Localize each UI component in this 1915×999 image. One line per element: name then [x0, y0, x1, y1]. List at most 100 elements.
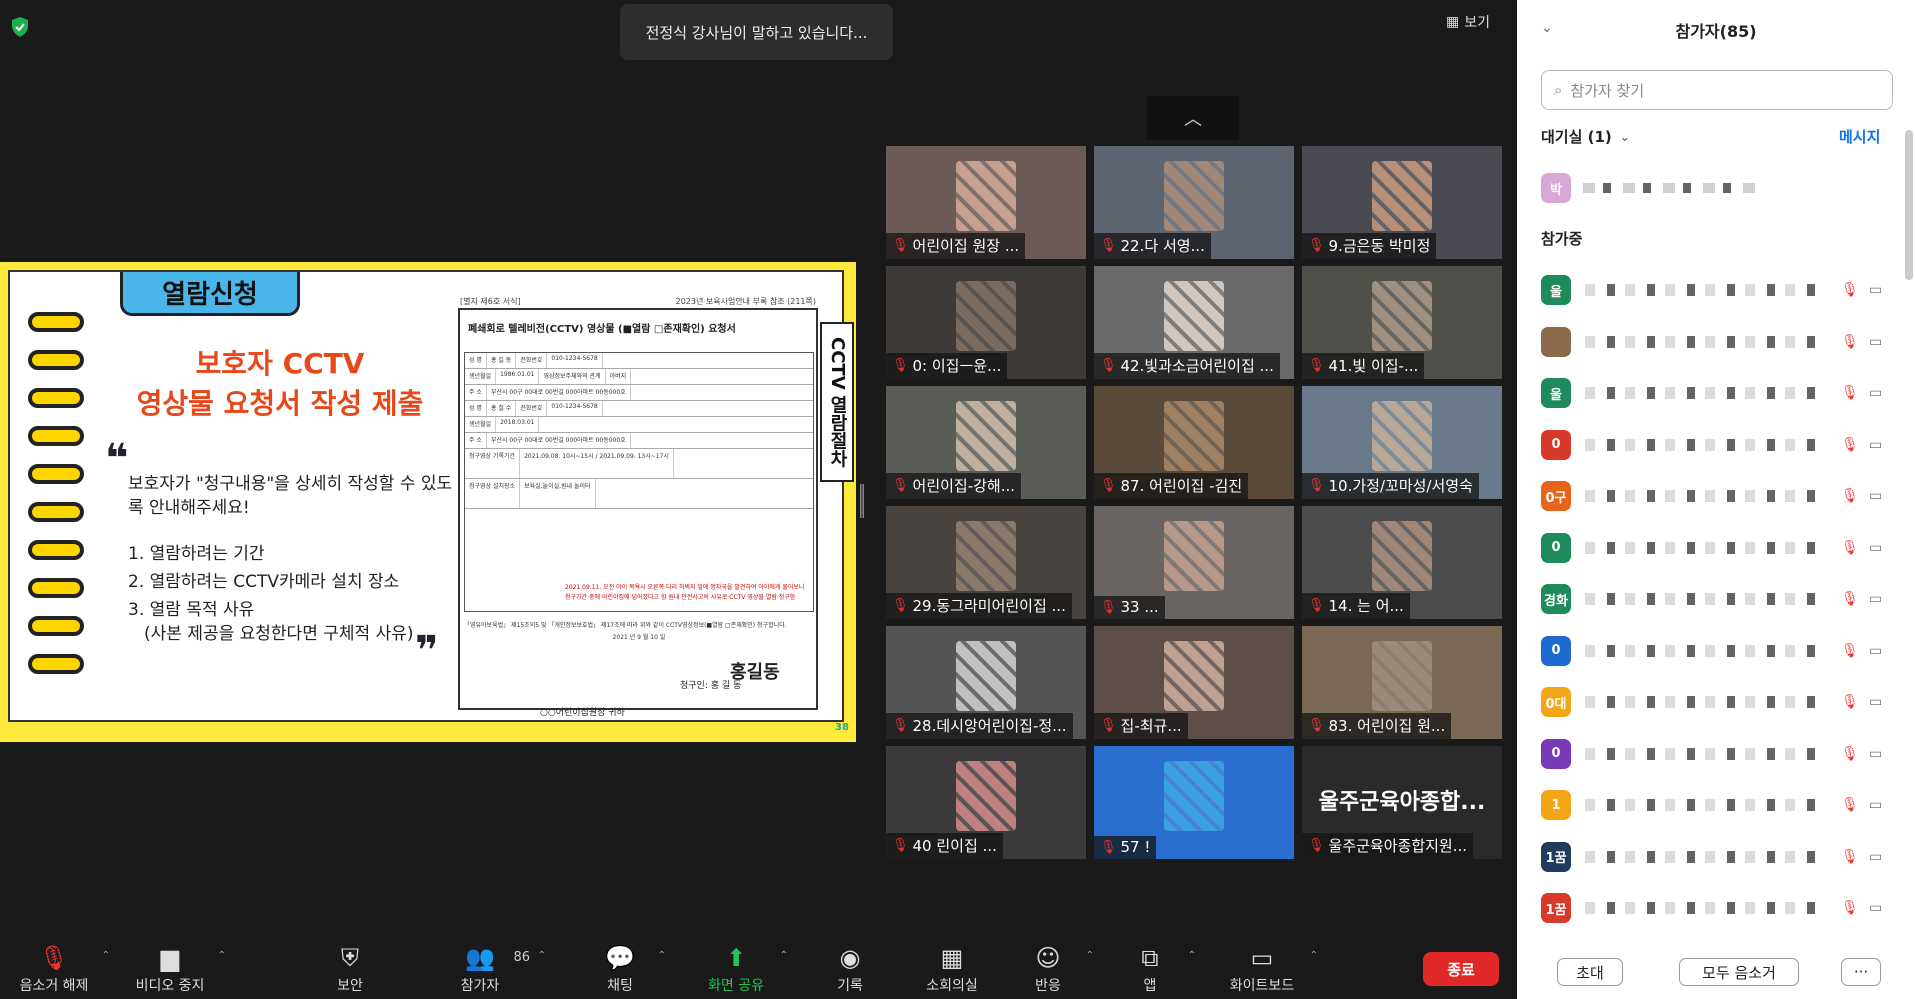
video-camera-icon: ▭ [1869, 797, 1883, 813]
participants-button[interactable]: 👥 참가자 86 ⌃ [450, 940, 546, 999]
participant-row[interactable]: 울 🎙 ▭ [1541, 272, 1891, 308]
caret-up-icon[interactable]: ⌃ [218, 950, 226, 961]
waiting-participant-row[interactable]: 박 [1541, 170, 1763, 206]
video-tile[interactable]: 🎙 어린이집 원장 ... [886, 146, 1086, 259]
chat-button[interactable]: 💬 채팅 ⌃ [590, 940, 666, 999]
view-button-label: 보기 [1464, 15, 1490, 31]
caret-up-icon[interactable]: ⌃ [1188, 950, 1196, 961]
participants-icon: 👥 [465, 944, 495, 972]
video-tile[interactable]: 🎙 0: 이집ㅡ윤... [886, 266, 1086, 379]
caret-up-icon[interactable]: ⌃ [658, 950, 666, 961]
breakout-rooms-button[interactable]: ▦ 소회의실 [912, 940, 992, 999]
participant-name [1585, 593, 1825, 605]
caret-up-icon[interactable]: ⌃ [1086, 950, 1094, 961]
participant-row[interactable]: 0 🎙 ▭ [1541, 736, 1891, 772]
participant-row[interactable]: 🎙 ▭ [1541, 324, 1891, 360]
view-button[interactable]: ▦ 보기 [1446, 12, 1490, 32]
video-tile[interactable]: 울주군육아종합... 🎙 울주군육아종합지원... [1302, 746, 1502, 859]
video-tile-name: 57 ! [1120, 838, 1151, 856]
video-tile[interactable]: 🎙 40 린이집 ... [886, 746, 1086, 859]
muted-mic-icon: 🎙 [1841, 900, 1859, 916]
participant-row[interactable]: 0 🎙 ▭ [1541, 427, 1891, 463]
muted-mic-icon: 🎙 [892, 358, 909, 373]
muted-mic-icon: 🎙 [1100, 478, 1117, 493]
video-tile[interactable]: 🎙 33 ... [1094, 506, 1294, 619]
video-camera-icon: ▭ [1869, 848, 1883, 865]
form-cell: 생년월일 [465, 369, 497, 384]
shield-icon: ⛨ [341, 944, 359, 972]
search-icon: ⌕ [1554, 81, 1563, 99]
video-tile[interactable]: 🎙 9.금은동 박미정 [1302, 146, 1502, 259]
video-camera-icon: ▆ [160, 944, 180, 972]
video-tile-label: 🎙 57 ! [1094, 836, 1157, 859]
caret-up-icon[interactable]: ⌃ [1310, 950, 1318, 961]
muted-mic-icon: 🎙 [1841, 694, 1859, 710]
participant-count: 86 [513, 950, 530, 965]
apps-button[interactable]: ⧉ 앱 ⌃ [1120, 940, 1196, 999]
invite-button[interactable]: 초대 [1557, 958, 1623, 986]
video-tile[interactable]: 🎙 42.빛과소금어린이집 ... [1094, 266, 1294, 379]
participant-row[interactable]: 1꿈 🎙 ▭ [1541, 890, 1891, 926]
record-button[interactable]: ◉ 기록 [820, 940, 880, 999]
reactions-button[interactable]: ☺ 반응 ⌃ [1018, 940, 1094, 999]
video-tile[interactable]: 🎙 87. 어린이집 -김진 [1094, 386, 1294, 499]
participant-row[interactable]: 0 🎙 ▭ [1541, 530, 1891, 566]
share-screen-button[interactable]: ⬆ 화면 공유 ⌃ [700, 940, 788, 999]
video-tile[interactable]: 🎙 14. 는 어... [1302, 506, 1502, 619]
slide-item-note: (사본 제공을 요청한다면 구체적 사유) [144, 624, 414, 644]
slide-content: 열람신청 보호자 CCTV 영상물 요청서 작성 제출 ❝ ❞ 보호자가 "청구… [8, 270, 854, 722]
video-tile-label: 🎙 83. 어린이집 원... [1302, 713, 1452, 739]
video-tile[interactable]: 🎙 22.다 서영... [1094, 146, 1294, 259]
video-tile-label: 🎙 41.빛 이집-... [1302, 353, 1425, 379]
participant-row[interactable]: 0 🎙 ▭ [1541, 633, 1891, 669]
participant-row[interactable]: 경화 🎙 ▭ [1541, 581, 1891, 617]
split-divider-handle[interactable] [859, 484, 865, 518]
participant-row[interactable]: 1꿈 🎙 ▭ [1541, 839, 1891, 875]
unmute-button[interactable]: 🎙 음소거 해제 ⌃ [14, 940, 110, 999]
participant-name [1585, 644, 1825, 657]
pixelated-face [1372, 521, 1432, 591]
participant-row[interactable]: 0구 🎙 ▭ [1541, 478, 1891, 514]
muted-mic-icon: 🎙 [892, 598, 909, 613]
encryption-shield-icon[interactable] [10, 16, 30, 38]
video-tile[interactable]: 🎙 어린이집-강해... [886, 386, 1086, 499]
video-tile[interactable]: 🎙 83. 어린이집 원... [1302, 626, 1502, 739]
muted-mic-icon: 🎙 [1841, 591, 1859, 607]
caret-up-icon[interactable]: ⌃ [102, 950, 110, 961]
video-tile[interactable]: 🎙 28.데시앙어린이집-정... [886, 626, 1086, 739]
avatar: 0 [1541, 738, 1571, 769]
muted-mic-icon: 🎙 [1841, 385, 1859, 401]
mute-all-button[interactable]: 모두 음소거 [1679, 958, 1799, 986]
video-tile-name: 87. 어린이집 -김진 [1120, 477, 1243, 495]
caret-up-icon[interactable]: ⌃ [780, 950, 788, 961]
binder-ring [28, 350, 84, 370]
meeting-stage: 전정식 강사님이 말하고 있습니다... ▦ 보기 ︿ 열람신청 보호자 CCTV… [0, 0, 1517, 940]
video-tile[interactable]: 🎙 10.가정/꼬마성/서영숙 [1302, 386, 1502, 499]
waiting-room-header[interactable]: 대기실 (1) ⌄ [1541, 126, 1630, 147]
avatar: 경화 [1541, 584, 1571, 614]
video-tile[interactable]: 🎙 57 ! [1094, 746, 1294, 859]
panel-scrollbar[interactable] [1905, 130, 1913, 280]
video-tile[interactable]: 🎙 41.빛 이집-... [1302, 266, 1502, 379]
participant-row[interactable]: 0대 🎙 ▭ [1541, 684, 1891, 720]
stop-video-button[interactable]: ▆ 비디오 중지 ⌃ [130, 940, 226, 999]
security-button[interactable]: ⛨ 보안 [320, 940, 380, 999]
participant-search-input[interactable]: ⌕ 참가자 찾기 [1541, 70, 1893, 110]
form-row: 성 명홍 철 수 전화번호 010-1234-5678 [465, 401, 813, 417]
pixelated-face [1372, 401, 1432, 471]
chat-bubble-icon: 💬 [605, 944, 635, 972]
participant-row[interactable]: 울 🎙 ▭ [1541, 375, 1891, 411]
gallery-scroll-up-button[interactable]: ︿ [1147, 96, 1239, 140]
participant-row[interactable]: 1 🎙 ▭ [1541, 787, 1891, 823]
end-meeting-button[interactable]: 종료 [1423, 952, 1499, 986]
video-tile[interactable]: 🎙 집-최규... [1094, 626, 1294, 739]
avatar: 0구 [1541, 481, 1571, 511]
caret-up-icon[interactable]: ⌃ [538, 950, 546, 961]
form-cell: 홍 철 수 [487, 401, 517, 416]
avatar: 0 [1541, 635, 1571, 666]
video-tile[interactable]: 🎙 29.동그라미어린이집 ... [886, 506, 1086, 619]
video-tile-name: 41.빛 이집-... [1328, 357, 1419, 375]
message-button[interactable]: 메시지 [1839, 126, 1880, 147]
whiteboard-button[interactable]: ▭ 화이트보드 ⌃ [1222, 940, 1318, 999]
more-options-button[interactable]: ··· [1841, 958, 1881, 986]
